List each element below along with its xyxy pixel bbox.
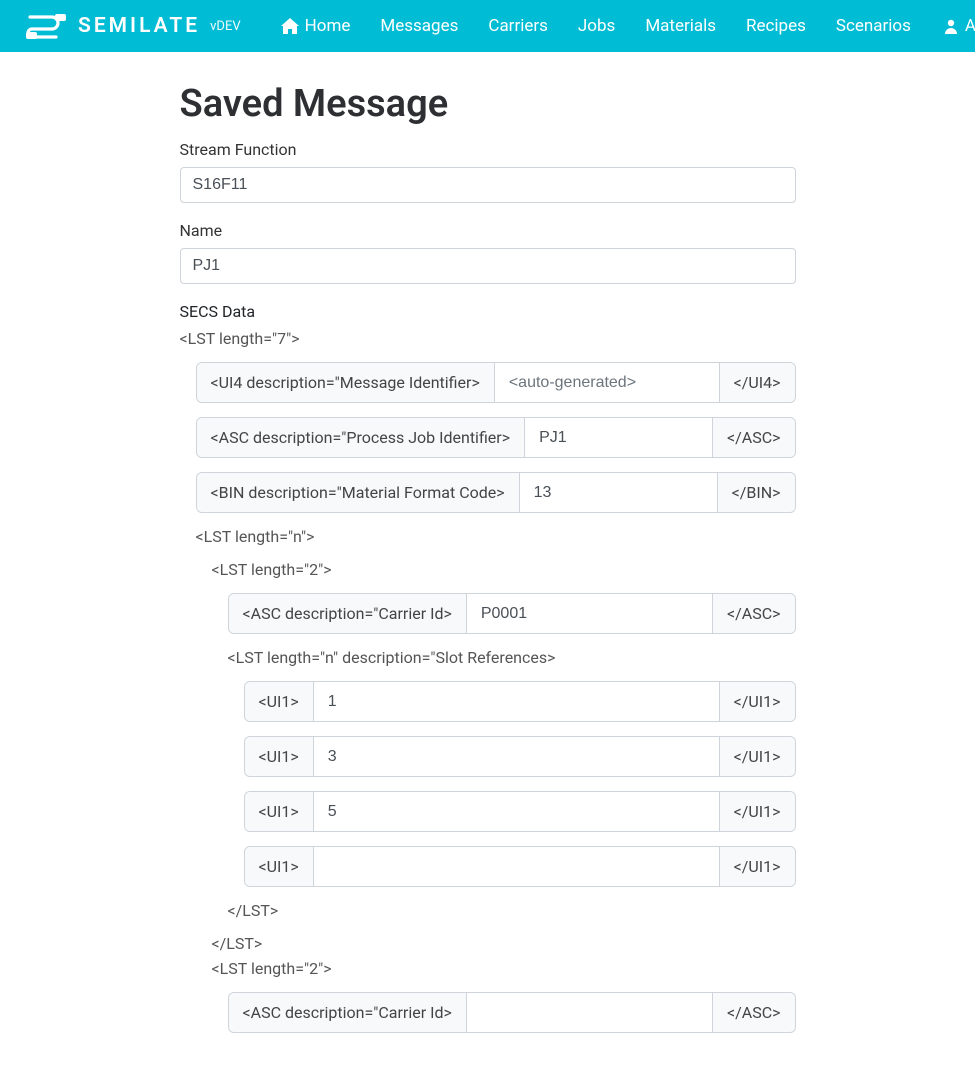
asc-pj-id-input[interactable] <box>525 418 712 457</box>
nav-account[interactable]: Account <box>931 8 975 44</box>
secs-label: SECS Data <box>180 302 796 321</box>
carrier1-lst-open: <LST length="2"> <box>212 560 796 579</box>
asc-pj-id-row: <ASC description="Process Job Identifier… <box>196 417 796 458</box>
nav-account-label: Account <box>965 16 975 36</box>
brand-name: SEMILATE <box>78 14 200 38</box>
home-icon <box>281 18 299 34</box>
tag-close: </UI1> <box>719 737 795 776</box>
slot-row-1: <UI1> </UI1> <box>244 681 796 722</box>
tag-close: </ASC> <box>712 993 794 1032</box>
slot-input[interactable] <box>314 847 719 886</box>
tag-close: </UI1> <box>719 847 795 886</box>
nav-materials[interactable]: Materials <box>633 8 728 44</box>
nav-links: Home Messages Carriers Jobs Materials Re… <box>269 8 923 44</box>
brand-suffix: vDEV <box>210 19 241 34</box>
tag-open: <UI1> <box>245 792 314 831</box>
bin-material-row: <BIN description="Material Format Code> … <box>196 472 796 513</box>
ui4-message-id-row: <UI4 description="Message Identifier> </… <box>196 362 796 403</box>
main-container: Saved Message Stream Function Name SECS … <box>180 82 796 1033</box>
slot-refs-open: <LST length="n" description="Slot Refere… <box>228 648 796 667</box>
name-label: Name <box>180 221 796 240</box>
tag-open: <UI4 description="Message Identifier> <box>197 363 495 402</box>
slot-input[interactable] <box>314 682 719 721</box>
secs-data: <LST length="7"> <UI4 description="Messa… <box>180 329 796 1033</box>
carrier1-id-input[interactable] <box>467 594 712 633</box>
nav-scenarios[interactable]: Scenarios <box>824 8 923 44</box>
slot-row-3: <UI1> </UI1> <box>244 791 796 832</box>
tag-close: </BIN> <box>717 473 795 512</box>
tag-open: <UI1> <box>245 682 314 721</box>
carrier2-id-input[interactable] <box>467 993 712 1032</box>
inner-lst-open: <LST length="n"> <box>196 527 796 546</box>
tag-open: <ASC description="Carrier Id> <box>229 993 467 1032</box>
name-group: Name <box>180 221 796 284</box>
tag-close: </ASC> <box>712 594 794 633</box>
nav-recipes[interactable]: Recipes <box>734 8 818 44</box>
root-lst-open: <LST length="7"> <box>180 329 796 348</box>
carrier2-lst-open: <LST length="2"> <box>212 959 796 978</box>
stream-function-group: Stream Function <box>180 140 796 203</box>
brand[interactable]: SEMILATE vDEV <box>24 13 241 39</box>
slot-row-4: <UI1> </UI1> <box>244 846 796 887</box>
page-title: Saved Message <box>180 82 796 126</box>
nav-messages[interactable]: Messages <box>368 8 470 44</box>
tag-close: </UI1> <box>719 792 795 831</box>
nav-right: Account <box>931 8 975 44</box>
nav-home-label: Home <box>305 16 351 36</box>
slot-refs-close: </LST> <box>228 901 796 920</box>
tag-close: </UI4> <box>719 363 795 402</box>
carrier1-lst-close: </LST> <box>212 934 796 953</box>
navbar: SEMILATE vDEV Home Messages Carriers Job… <box>0 0 975 52</box>
logo-icon <box>24 13 68 39</box>
nav-home[interactable]: Home <box>269 8 363 44</box>
tag-close: </UI1> <box>719 682 795 721</box>
nav-jobs[interactable]: Jobs <box>566 8 627 44</box>
slot-input[interactable] <box>314 792 719 831</box>
tag-open: <BIN description="Material Format Code> <box>197 473 520 512</box>
name-input[interactable] <box>180 248 796 284</box>
bin-material-input[interactable] <box>520 473 717 512</box>
nav-carriers[interactable]: Carriers <box>476 8 560 44</box>
carrier2-id-row: <ASC description="Carrier Id> </ASC> <box>228 992 796 1033</box>
tag-open: <UI1> <box>245 847 314 886</box>
ui4-message-id-input[interactable] <box>495 363 719 402</box>
slot-input[interactable] <box>314 737 719 776</box>
tag-open: <UI1> <box>245 737 314 776</box>
tag-open: <ASC description="Process Job Identifier… <box>197 418 526 457</box>
slot-row-2: <UI1> </UI1> <box>244 736 796 777</box>
carrier1-id-row: <ASC description="Carrier Id> </ASC> <box>228 593 796 634</box>
tag-open: <ASC description="Carrier Id> <box>229 594 467 633</box>
stream-function-input[interactable] <box>180 167 796 203</box>
tag-close: </ASC> <box>712 418 794 457</box>
user-icon <box>943 18 959 34</box>
stream-function-label: Stream Function <box>180 140 796 159</box>
